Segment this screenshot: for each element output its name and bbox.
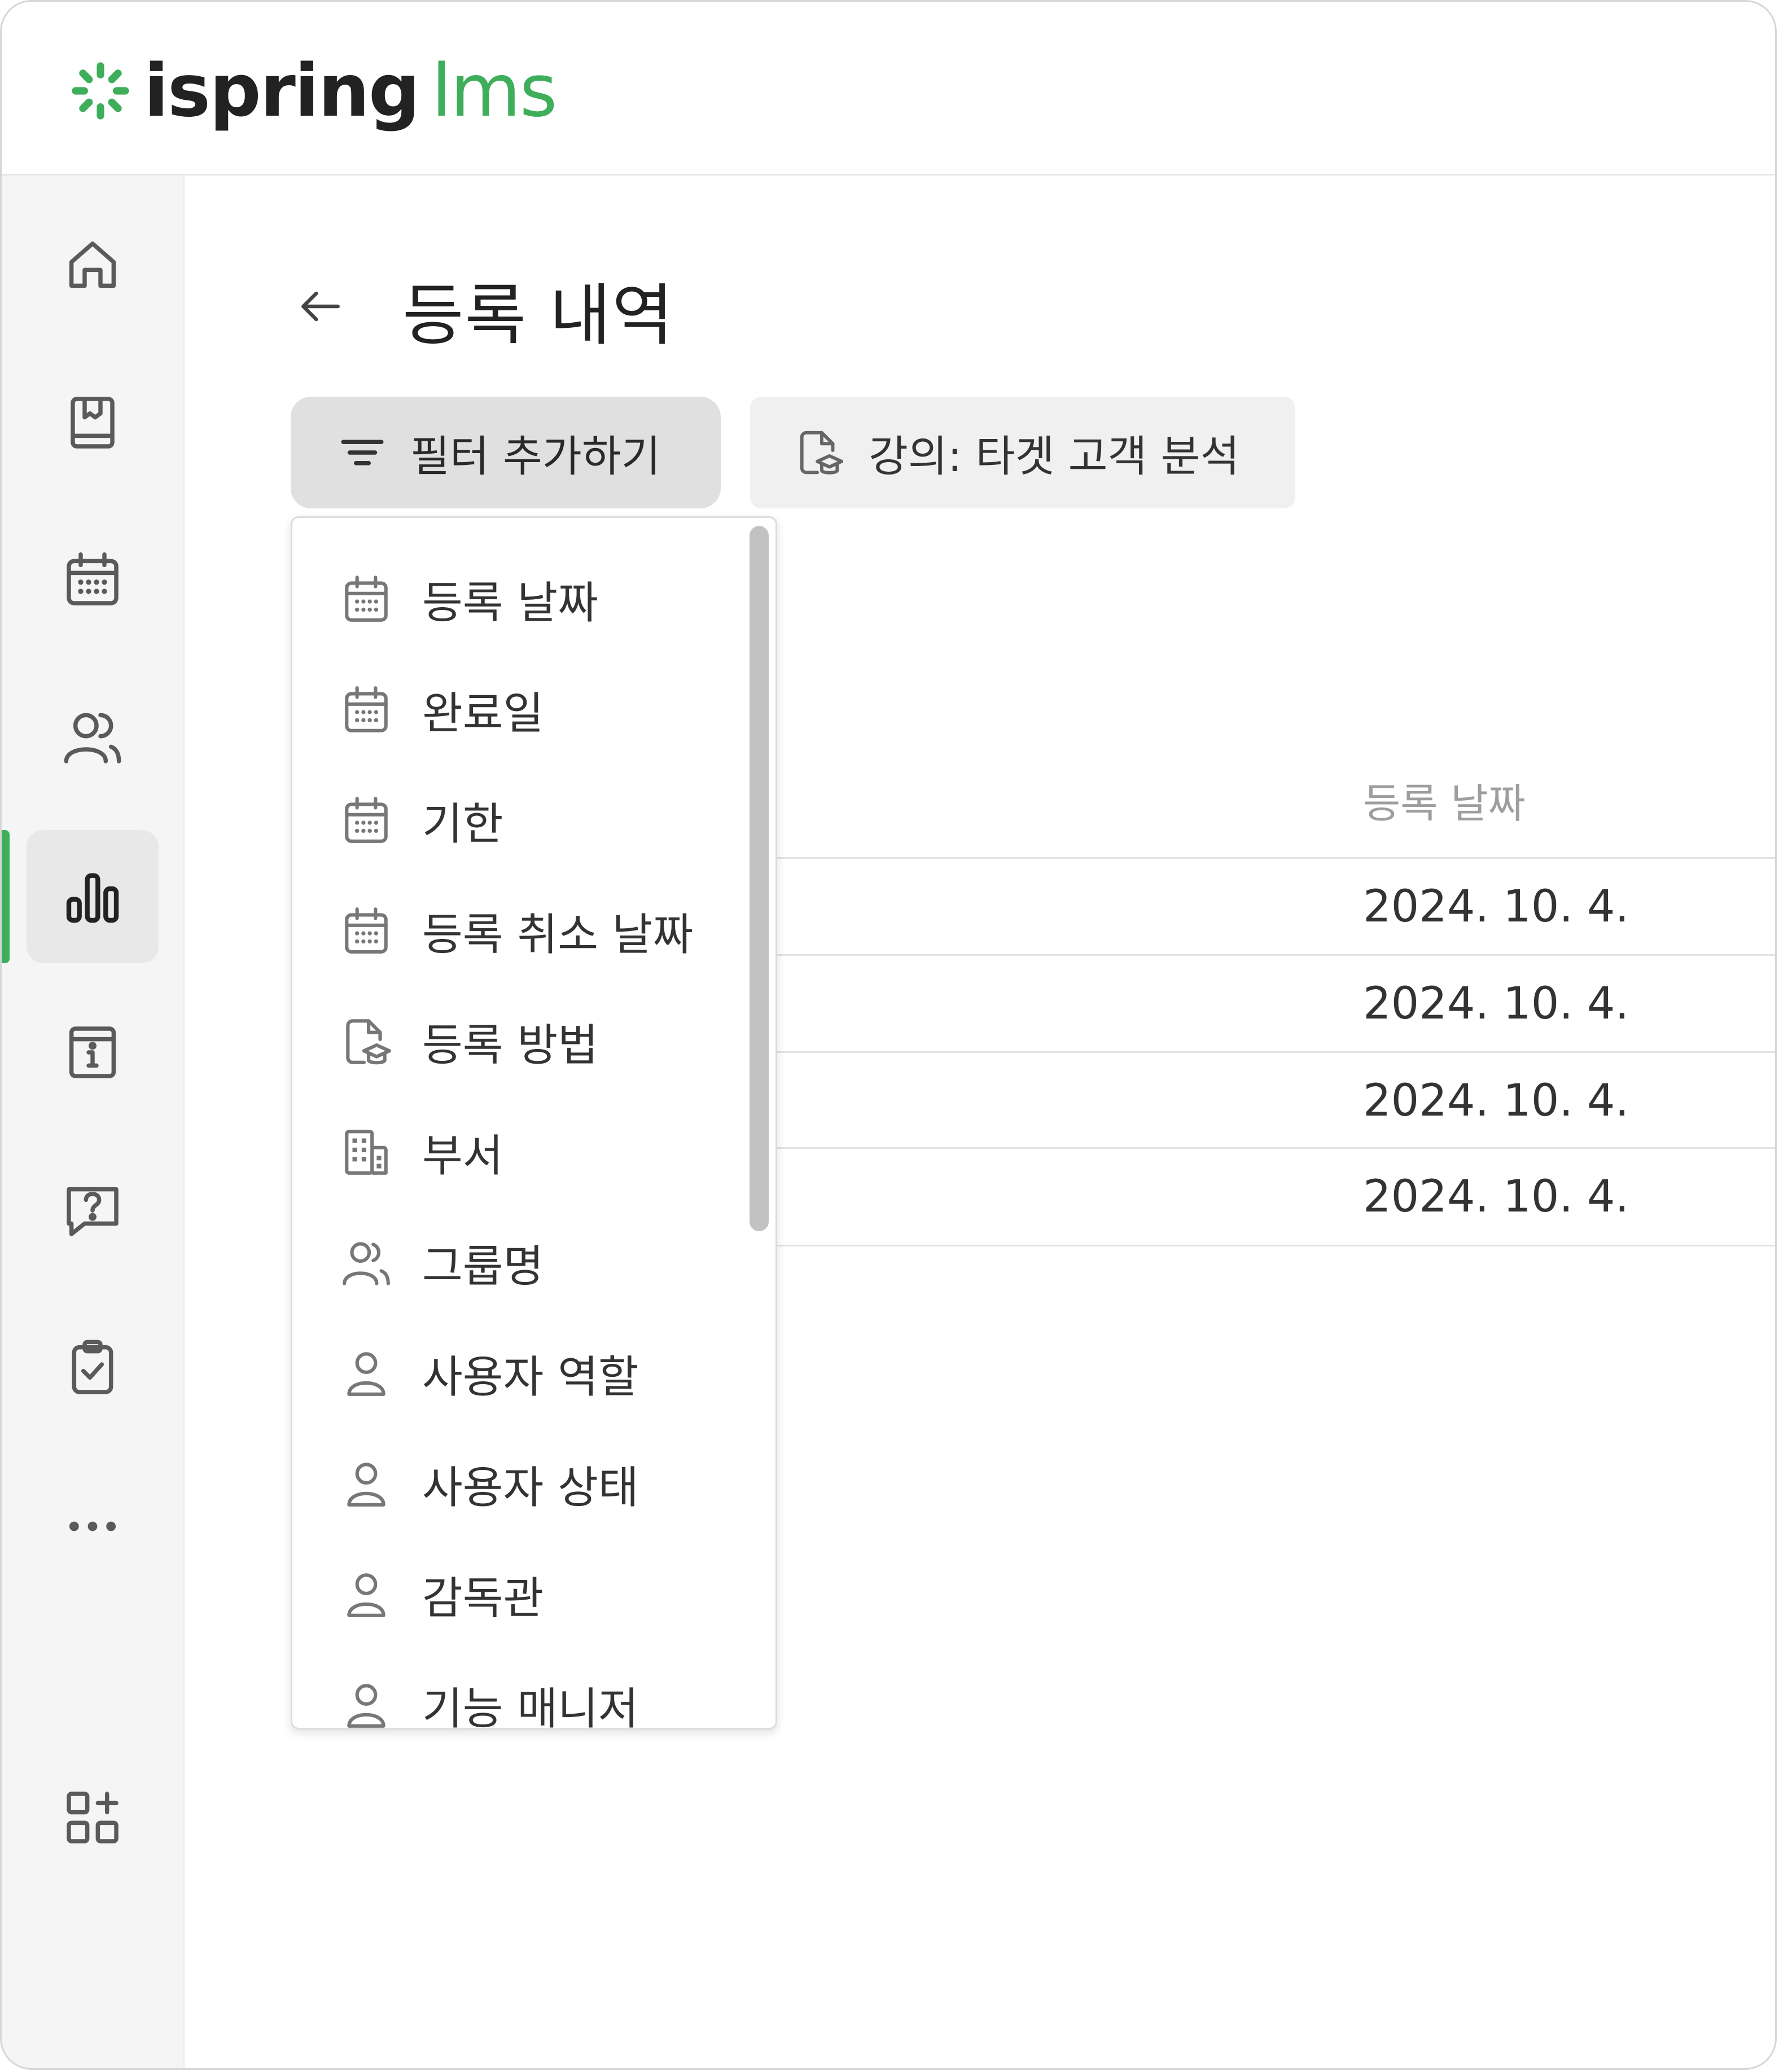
course-file-icon	[800, 431, 844, 475]
header: ispring lms	[2, 2, 1775, 175]
clipboard-check-icon	[72, 1340, 113, 1394]
menu-item-label: 사용자 상태	[422, 1463, 639, 1513]
menu-item-label: 완료일	[422, 688, 544, 739]
menu-item-department[interactable]: 부서	[292, 1097, 744, 1208]
menu-item-label: 그룹명	[422, 1241, 544, 1292]
table-row[interactable]: 2024. 10. 4.	[775, 857, 1775, 955]
menu-item-label: 기능 매니저	[422, 1684, 639, 1729]
sidebar-item-help[interactable]	[27, 1144, 159, 1277]
logo[interactable]: ispring lms	[69, 49, 557, 133]
sidebar-item-users[interactable]	[27, 671, 159, 804]
filter-dropdown-menu: 등록 날짜 완료일 기한 등록 취소 날짜 등록 방법 부서 그룹명 사용자 역…	[291, 516, 777, 1729]
menu-item-label: 사용자 역할	[422, 1352, 639, 1403]
enrollment-date-cell: 2024. 10. 4.	[1363, 881, 1629, 932]
logo-word-lms: lms	[431, 49, 557, 133]
menu-item-label: 등록 날짜	[422, 578, 598, 629]
ispring-logo-icon	[72, 62, 129, 120]
menu-item-label: 등록 취소 날짜	[422, 910, 694, 960]
building-icon	[345, 1130, 388, 1175]
sidebar-item-tasks[interactable]	[27, 1302, 159, 1435]
menu-item-group-name[interactable]: 그룹명	[292, 1208, 744, 1318]
calendar-icon	[345, 576, 388, 622]
user-icon	[347, 1573, 385, 1617]
users-icon	[343, 1242, 390, 1285]
sidebar	[2, 175, 185, 2068]
menu-item-supervisor[interactable]: 감독관	[292, 1539, 744, 1650]
menu-item-label: 기한	[422, 799, 503, 850]
users-icon	[64, 713, 121, 763]
enrollment-date-cell: 2024. 10. 4.	[1363, 978, 1629, 1029]
table-row[interactable]: 2024. 10. 4.	[775, 1051, 1775, 1149]
calendar-icon	[345, 907, 388, 954]
table-row[interactable]: 2024. 10. 4.	[775, 954, 1775, 1052]
course-file-icon	[346, 1019, 391, 1065]
course-filter-label: 강의: 타겟 고객 분석	[869, 431, 1240, 481]
add-filter-button[interactable]: 필터 추가하기	[291, 397, 721, 508]
info-icon	[69, 1026, 116, 1078]
logo-word-ispring: ispring	[144, 49, 420, 133]
user-icon	[347, 1352, 385, 1396]
app-window: ispring lms 등록 내역 필터 추가하기 강의: 타겟 고객 분석 등…	[0, 0, 1777, 2070]
user-icon	[347, 1463, 385, 1507]
sidebar-item-reports[interactable]	[27, 830, 159, 963]
sidebar-item-add-widget[interactable]	[27, 1751, 159, 1884]
dropdown-scroll-thumb[interactable]	[750, 526, 769, 1231]
enrollment-date-cell: 2024. 10. 4.	[1363, 1075, 1629, 1126]
add-filter-label: 필터 추가하기	[410, 431, 661, 481]
calendar-icon	[345, 797, 388, 843]
active-indicator	[2, 830, 10, 963]
sidebar-item-home[interactable]	[27, 198, 159, 331]
menu-item-label: 등록 방법	[422, 1020, 598, 1071]
sidebar-item-info[interactable]	[27, 986, 159, 1119]
page-title: 등록 내역	[402, 276, 674, 354]
filter-icon	[341, 440, 384, 466]
table-row[interactable]: 2024. 10. 4.	[775, 1147, 1775, 1246]
sidebar-item-calendar[interactable]	[27, 513, 159, 646]
column-header-enrollment-date[interactable]: 등록 날짜	[1363, 770, 1526, 829]
home-icon	[69, 241, 116, 288]
sidebar-item-more[interactable]	[27, 1460, 159, 1593]
more-icon	[69, 1521, 116, 1531]
menu-item-label: 감독관	[422, 1573, 544, 1624]
menu-item-user-status[interactable]: 사용자 상태	[292, 1429, 744, 1539]
enrollment-date-cell: 2024. 10. 4.	[1363, 1171, 1629, 1222]
help-icon	[67, 1187, 119, 1236]
menu-item-functional-manager[interactable]: 기능 매니저	[292, 1650, 744, 1729]
add-widget-icon	[67, 1792, 119, 1843]
menu-item-unenrollment-date[interactable]: 등록 취소 날짜	[292, 876, 744, 986]
menu-item-completion-date[interactable]: 완료일	[292, 655, 744, 765]
bar-chart-icon	[66, 873, 119, 923]
calendar-icon	[67, 552, 119, 605]
menu-item-label: 부서	[422, 1131, 503, 1182]
sidebar-item-courses[interactable]	[27, 356, 159, 489]
menu-item-user-role[interactable]: 사용자 역할	[292, 1318, 744, 1429]
calendar-icon	[345, 686, 388, 732]
book-icon	[71, 397, 115, 449]
menu-item-enrollment-method[interactable]: 등록 방법	[292, 986, 744, 1097]
menu-item-due-date[interactable]: 기한	[292, 765, 744, 876]
course-filter-chip[interactable]: 강의: 타겟 고객 분석	[750, 397, 1295, 508]
menu-item-enrollment-date[interactable]: 등록 날짜	[292, 544, 744, 655]
back-button[interactable]	[292, 278, 349, 335]
dropdown-scrollbar[interactable]	[750, 526, 769, 1231]
arrow-left-icon	[301, 291, 340, 322]
user-icon	[347, 1684, 385, 1728]
